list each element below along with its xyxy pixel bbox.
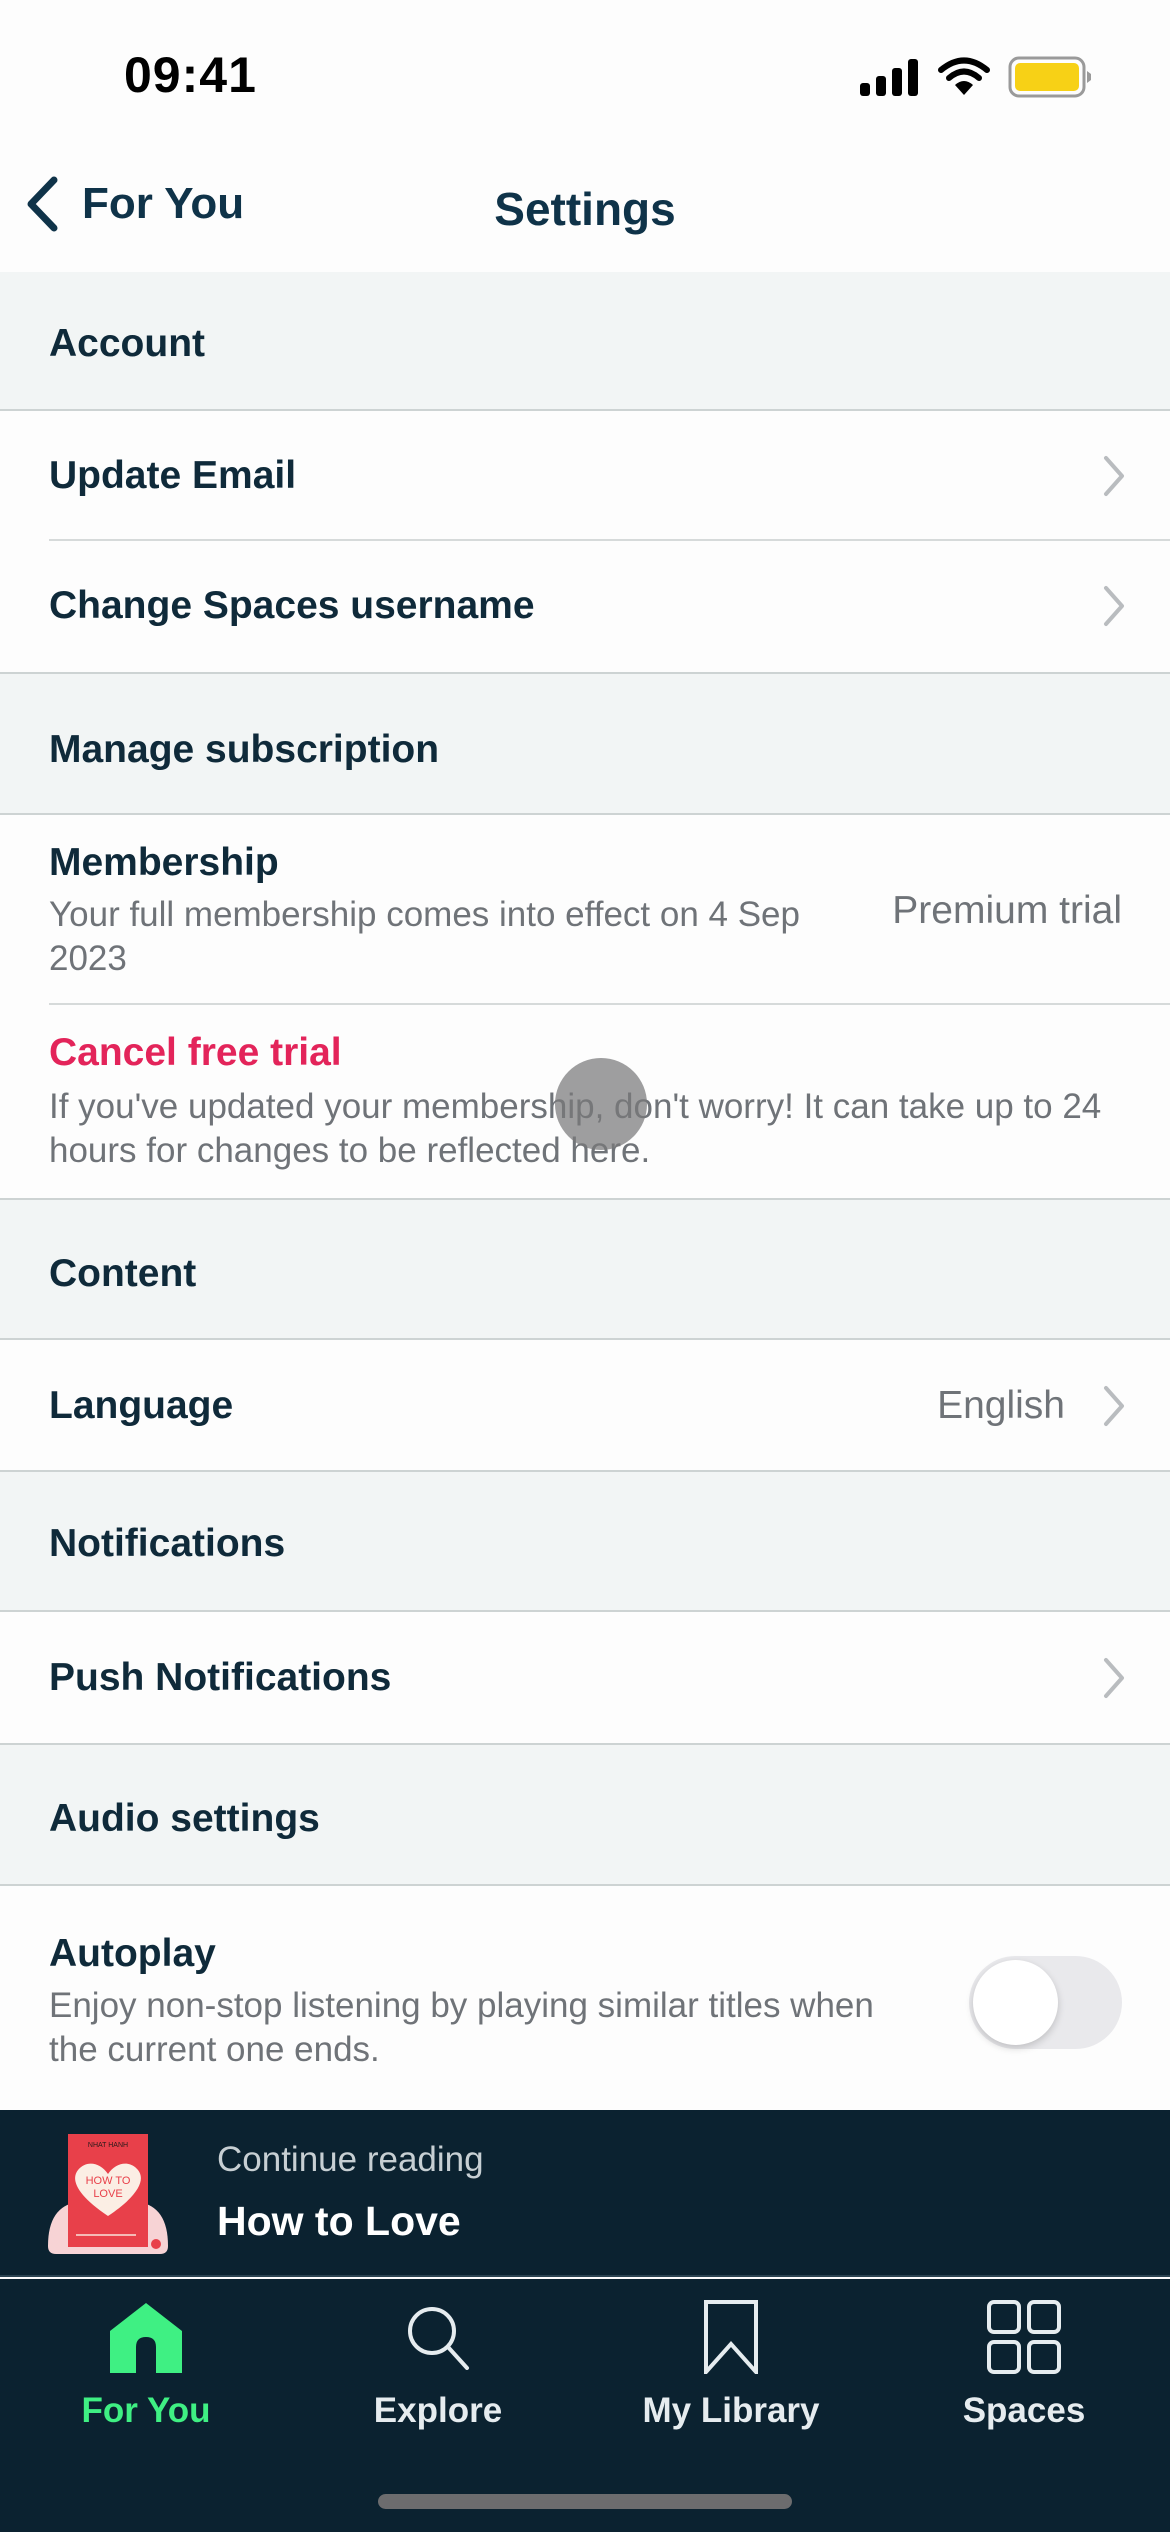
tab-label: Explore: [373, 2391, 503, 2430]
section-header-content: Content: [0, 1198, 1170, 1340]
change-username-row[interactable]: Change Spaces username: [0, 541, 1170, 672]
tab-label: Spaces: [962, 2391, 1086, 2430]
chevron-right-icon: [1104, 1386, 1124, 1426]
section-header-notifications: Notifications: [0, 1470, 1170, 1612]
tab-label: My Library: [642, 2391, 820, 2430]
section-header-label: Notifications: [49, 1522, 286, 1565]
wifi-icon: [938, 57, 990, 95]
svg-text:NHAT HANH: NHAT HANH: [88, 2142, 128, 2149]
section-header-label: Account: [49, 322, 205, 365]
section-header-account: Account: [0, 272, 1170, 411]
chevron-right-icon: [1104, 456, 1124, 496]
row-label: Language: [49, 1384, 234, 1427]
chevron-right-icon: [1104, 1658, 1124, 1698]
push-notifications-row[interactable]: Push Notifications: [0, 1612, 1170, 1743]
autoplay-title: Autoplay: [49, 1932, 216, 1975]
status-icons: [858, 56, 1092, 98]
section-header-label: Content: [49, 1252, 197, 1295]
svg-text:LOVE: LOVE: [93, 2188, 122, 2200]
autoplay-row: Autoplay Enjoy non-stop listening by pla…: [0, 1886, 1170, 2110]
toggle-knob: [973, 1960, 1058, 2045]
cancel-trial-subtitle: If you've updated your membership, don't…: [49, 1087, 1102, 1170]
section-header-audio: Audio settings: [0, 1743, 1170, 1886]
autoplay-toggle[interactable]: [969, 1956, 1122, 2049]
tab-explore[interactable]: Explore: [292, 2279, 584, 2439]
tab-for-you[interactable]: For You: [0, 2279, 292, 2439]
language-value: English: [937, 1384, 1065, 1427]
row-label: Change Spaces username: [49, 584, 535, 627]
autoplay-subtitle: Enjoy non-stop listening by playing simi…: [49, 1986, 874, 2069]
nav-header: For You Settings: [0, 140, 1170, 272]
section-header-subscription: Manage subscription: [0, 672, 1170, 815]
battery-icon: [1008, 56, 1091, 98]
row-label: Update Email: [49, 454, 297, 497]
svg-text:HOW TO: HOW TO: [86, 2175, 131, 2187]
mini-player-label: Continue reading: [217, 2140, 484, 2179]
tab-spaces[interactable]: Spaces: [878, 2279, 1170, 2439]
tab-my-library[interactable]: My Library: [585, 2279, 877, 2439]
status-time: 09:41: [124, 47, 257, 103]
home-icon: [106, 2297, 186, 2377]
membership-title: Membership: [49, 841, 279, 884]
home-indicator[interactable]: [378, 2494, 792, 2509]
cellular-signal-icon: [860, 59, 918, 96]
mini-player-title: How to Love: [217, 2198, 461, 2244]
membership-row[interactable]: Membership Your full membership comes in…: [0, 815, 1170, 1005]
mini-player[interactable]: NHAT HANH HOW TO LOVE Continue reading H…: [0, 2110, 1170, 2277]
membership-value: Premium trial: [892, 889, 1122, 932]
book-cover-art: NHAT HANH HOW TO LOVE: [48, 2134, 168, 2254]
book-cover: NHAT HANH HOW TO LOVE: [48, 2134, 168, 2254]
update-email-row[interactable]: Update Email: [0, 411, 1170, 541]
chevron-right-icon: [1104, 586, 1124, 626]
status-bar: 09:41: [0, 0, 1170, 140]
section-header-label: Manage subscription: [49, 728, 440, 771]
cancel-trial-button[interactable]: Cancel free trial: [49, 1031, 342, 1075]
search-icon: [398, 2297, 478, 2377]
page-title: Settings: [494, 183, 676, 235]
language-row[interactable]: Language English: [0, 1340, 1170, 1470]
bookmark-icon: [691, 2297, 771, 2377]
grid-icon: [984, 2297, 1064, 2377]
tab-label: For You: [81, 2391, 211, 2430]
row-label: Push Notifications: [49, 1656, 392, 1699]
section-header-label: Audio settings: [49, 1797, 320, 1840]
membership-subtitle: Your full membership comes into effect o…: [49, 895, 800, 978]
cancel-trial-row[interactable]: Cancel free trial If you've updated your…: [0, 1005, 1170, 1198]
